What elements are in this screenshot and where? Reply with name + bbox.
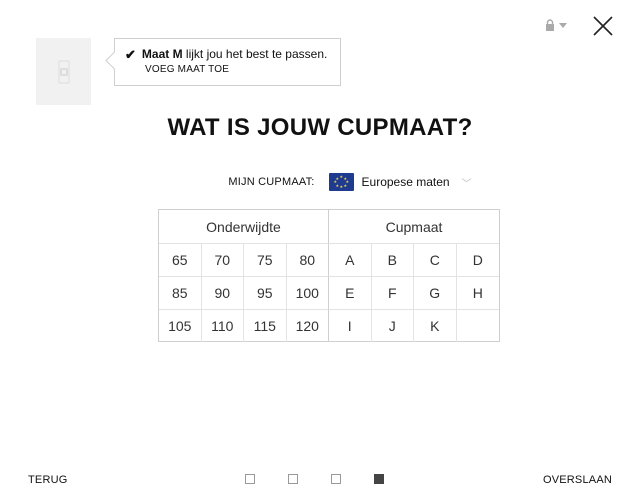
- close-icon: [593, 16, 613, 36]
- cup-size-option[interactable]: E: [329, 276, 372, 309]
- cup-size-option[interactable]: I: [329, 309, 372, 342]
- band-size-option[interactable]: 115: [244, 309, 287, 342]
- cup-size-grid: Onderwijdte Cupmaat 65 70 75 80 A B C D 85 90 95 10…: [158, 209, 500, 342]
- band-size-option[interactable]: 110: [201, 309, 244, 342]
- close-button[interactable]: [591, 14, 615, 38]
- band-size-option[interactable]: 95: [244, 276, 287, 309]
- band-size-option[interactable]: 100: [286, 276, 329, 309]
- cup-size-option[interactable]: B: [371, 243, 414, 276]
- product-image: [58, 60, 69, 83]
- step-indicator: [245, 474, 384, 484]
- cup-size-option[interactable]: A: [329, 243, 372, 276]
- account-lock[interactable]: [545, 19, 567, 31]
- band-size-option[interactable]: 90: [201, 276, 244, 309]
- size-system-label: MIJN CUPMAAT:: [228, 176, 315, 188]
- size-recommendation-tooltip: ✔ Maat M lijkt jou het best te passen. V…: [114, 38, 341, 86]
- lock-icon: [546, 19, 554, 31]
- band-size-option[interactable]: 70: [201, 243, 244, 276]
- page-title: WAT IS JOUW CUPMAAT?: [167, 114, 473, 141]
- cup-size-option[interactable]: H: [456, 276, 499, 309]
- recommended-size: Maat M: [141, 47, 183, 61]
- cup-size-option[interactable]: C: [414, 243, 457, 276]
- band-size-option[interactable]: 80: [286, 243, 329, 276]
- cup-size-option[interactable]: F: [371, 276, 414, 309]
- step-dot[interactable]: [331, 474, 341, 484]
- chevron-down-icon[interactable]: ﹀: [462, 175, 472, 190]
- cup-size-option[interactable]: D: [456, 243, 499, 276]
- cup-size-header: Cupmaat: [385, 218, 443, 235]
- size-cells: 65 70 75 80 A B C D 85 90 95 100 E F G H 105 110 115 120 I J K: [159, 243, 499, 342]
- band-size-option[interactable]: 120: [286, 309, 329, 342]
- band-size-header: Onderwijdte: [159, 210, 329, 243]
- band-size-option[interactable]: 85: [159, 276, 202, 309]
- add-size-link[interactable]: VOEG MAAT TOE: [145, 64, 340, 75]
- check-icon: ✔: [125, 47, 136, 62]
- back-button[interactable]: TERUG: [28, 474, 68, 486]
- cup-size-option[interactable]: K: [414, 309, 457, 342]
- step-dot[interactable]: [374, 474, 384, 484]
- size-system-dropdown[interactable]: Europese maten: [362, 175, 450, 189]
- cup-size-option[interactable]: J: [371, 309, 414, 342]
- skip-button[interactable]: OVERSLAAN: [543, 474, 612, 486]
- step-dot[interactable]: [245, 474, 255, 484]
- band-size-option[interactable]: 65: [159, 243, 202, 276]
- band-size-option[interactable]: 105: [159, 309, 202, 342]
- eu-flag-icon: ★ ★ ★ ★ ★ ★ ★ ★: [328, 173, 354, 191]
- cup-size-option: [456, 309, 499, 342]
- chevron-down-icon: [559, 22, 567, 28]
- size-system-selector: MIJN CUPMAAT: ★ ★ ★ ★ ★ ★ ★ ★ Europese maten …: [0, 173, 640, 191]
- recommendation-message: lijkt jou het best te passen.: [182, 47, 328, 61]
- recommendation-text: ✔ Maat M lijkt jou het best te passen.: [125, 47, 340, 62]
- band-size-option[interactable]: 75: [244, 243, 287, 276]
- product-thumbnail: [36, 38, 91, 105]
- step-dot[interactable]: [288, 474, 298, 484]
- cup-size-option[interactable]: G: [414, 276, 457, 309]
